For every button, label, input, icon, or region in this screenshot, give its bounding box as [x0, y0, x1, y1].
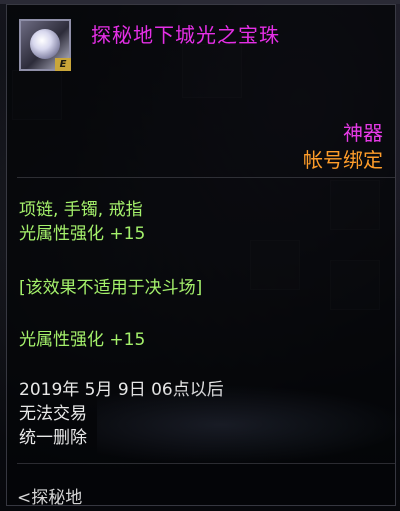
item-icon: E: [19, 19, 71, 71]
trade-restriction: 无法交易: [19, 404, 87, 424]
delete-notice: 统一删除: [19, 428, 87, 448]
tooltip-divider: [17, 463, 395, 464]
orb-icon: [30, 29, 60, 59]
stat-bonus: 光属性强化 +15: [19, 330, 146, 350]
stat-bonus: 光属性强化 +15: [19, 224, 146, 244]
equip-slots: 项链, 手镯, 戒指: [19, 200, 143, 220]
effect-restriction: [该效果不适用于决斗场]: [19, 278, 203, 298]
background-overlay: [97, 385, 400, 465]
item-binding: 帐号绑定: [303, 148, 383, 172]
enhance-badge: E: [55, 58, 71, 71]
item-tooltip: E 探秘地下城光之宝珠 神器 帐号绑定 项链, 手镯, 戒指 光属性强化 +15…: [6, 4, 400, 508]
set-name-label: <探秘地: [17, 488, 83, 508]
tooltip-divider: [17, 177, 395, 178]
item-rarity: 神器: [343, 121, 383, 145]
item-name: 探秘地下城光之宝珠: [91, 23, 280, 47]
